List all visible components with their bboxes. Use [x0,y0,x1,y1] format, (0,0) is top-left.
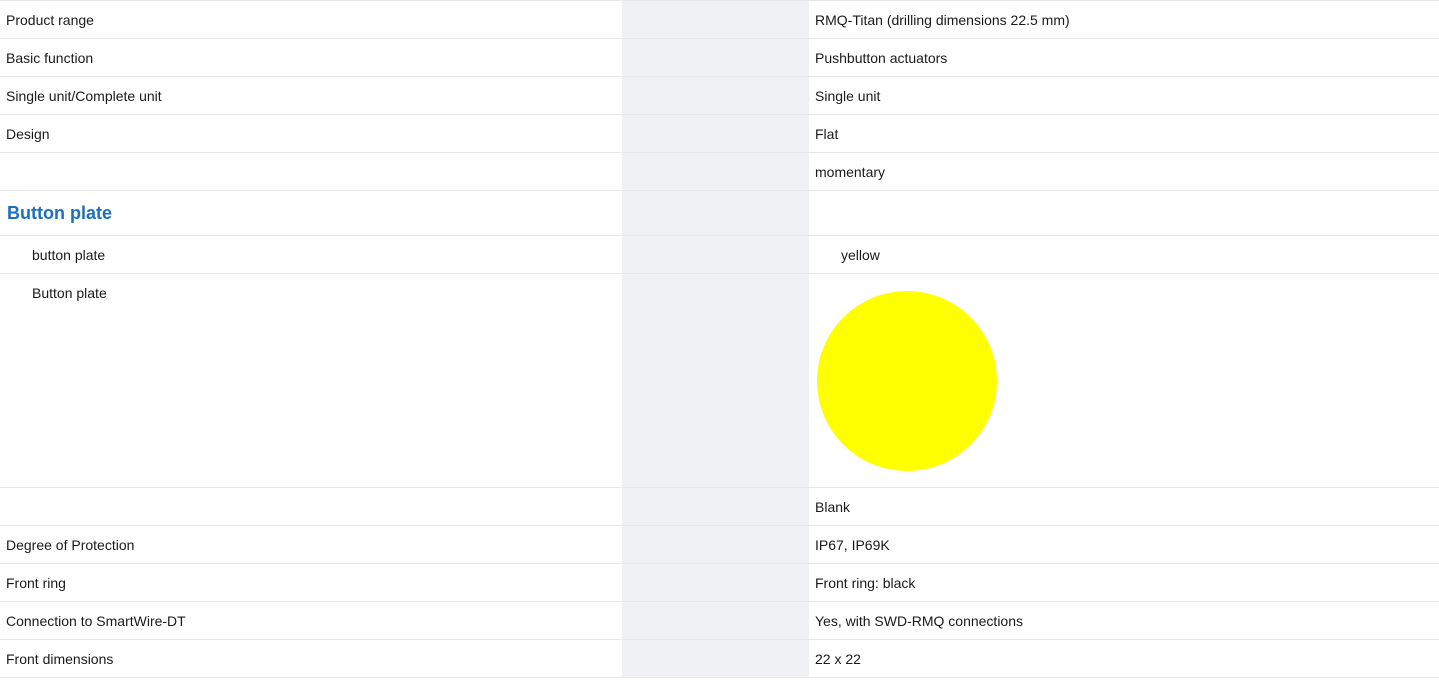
gap-cell [622,273,809,488]
gap-cell [622,190,809,236]
spec-table: Product range RMQ-Titan (drilling dimens… [0,0,1439,678]
section-title: Button plate [7,203,112,223]
gap-cell [622,525,809,564]
spec-label: Basic function [6,49,94,66]
spec-row-design: Design Flat [0,114,1439,153]
spec-value: Pushbutton actuators [815,49,948,66]
gap-cell [622,114,809,153]
spec-row-front-dimensions: Front dimensions 22 x 22 [0,639,1439,678]
spec-row-product-range: Product range RMQ-Titan (drilling dimens… [0,0,1439,39]
gap-cell [622,0,809,39]
spec-label: Degree of Protection [6,536,135,553]
gap-cell [622,235,809,274]
gap-cell [622,487,809,526]
gap-cell [622,639,809,678]
spec-value: Flat [815,125,839,142]
spec-value: Blank [815,498,851,515]
spec-value: Single unit [815,87,881,104]
spec-label: Design [6,125,50,142]
spec-label: Connection to SmartWire-DT [6,612,186,629]
spec-value: IP67, IP69K [815,536,890,553]
button-plate-color-swatch [817,291,997,471]
gap-cell [622,563,809,602]
spec-label: Product range [6,11,94,28]
spec-row-inscription: Blank [0,487,1439,526]
spec-row-degree-of-protection: Degree of Protection IP67, IP69K [0,525,1439,564]
spec-label: Front ring [6,574,66,591]
spec-label: Single unit/Complete unit [6,87,162,104]
spec-label: Front dimensions [6,650,114,667]
gap-cell [622,601,809,640]
spec-label: Button plate [32,285,107,301]
gap-cell [622,76,809,115]
gap-cell [622,38,809,77]
spec-value: momentary [815,163,886,180]
gap-cell [622,152,809,191]
spec-row-basic-function: Basic function Pushbutton actuators [0,38,1439,77]
spec-label: button plate [32,246,106,263]
spec-row-button-plate-color: button plate yellow [0,235,1439,274]
section-row-button-plate: Button plate [0,190,1439,236]
spec-value: yellow [841,246,880,263]
spec-value: Front ring: black [815,574,916,591]
spec-row-button-plate-image: Button plate [0,273,1439,488]
spec-value: RMQ-Titan (drilling dimensions 22.5 mm) [815,11,1070,28]
spec-value: Yes, with SWD-RMQ connections [815,612,1023,629]
spec-row-actuation: momentary [0,152,1439,191]
spec-row-smartwire: Connection to SmartWire-DT Yes, with SWD… [0,601,1439,640]
spec-value: 22 x 22 [815,650,861,667]
spec-row-unit-type: Single unit/Complete unit Single unit [0,76,1439,115]
spec-row-front-ring: Front ring Front ring: black [0,563,1439,602]
